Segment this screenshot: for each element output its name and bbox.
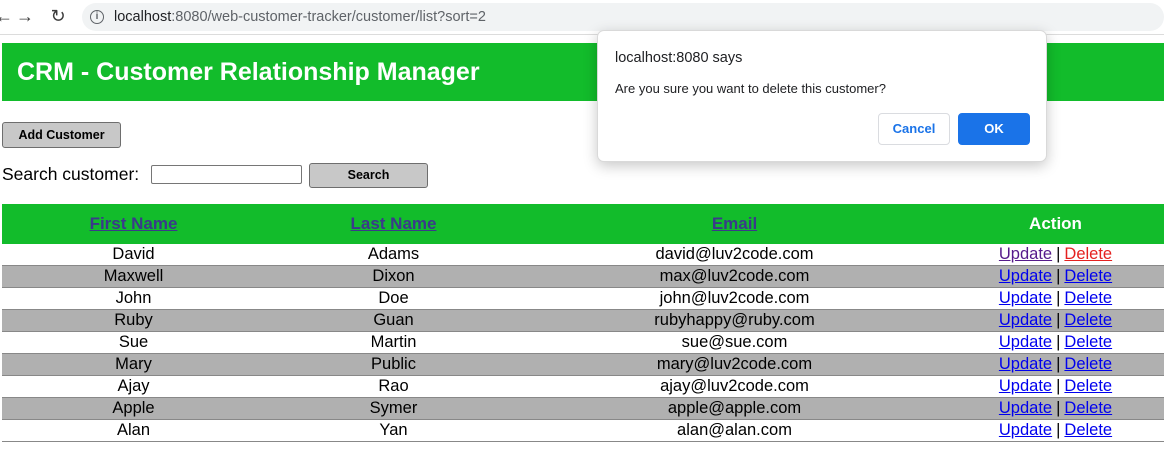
update-link[interactable]: Update: [999, 311, 1052, 329]
delete-link[interactable]: Delete: [1064, 267, 1112, 285]
link-separator: |: [1056, 333, 1061, 351]
link-separator: |: [1056, 421, 1061, 439]
delete-link[interactable]: Delete: [1064, 311, 1112, 329]
delete-link[interactable]: Delete: [1064, 421, 1112, 439]
update-link[interactable]: Update: [999, 289, 1052, 307]
delete-link[interactable]: Delete: [1064, 333, 1112, 351]
header-first-name[interactable]: First Name: [2, 204, 265, 244]
last-name-cell: Guan: [265, 309, 522, 332]
table-header-row: First Name Last Name Email Action: [2, 204, 1164, 244]
update-link[interactable]: Update: [999, 399, 1052, 417]
action-cell: Update | Delete: [947, 419, 1164, 442]
header-last-name[interactable]: Last Name: [265, 204, 522, 244]
table-row: John Doe john@luv2code.com Update | Delete: [2, 287, 1164, 310]
first-name-cell: David: [2, 244, 265, 266]
table-row: Sue Martin sue@sue.com Update | Delete: [2, 331, 1164, 354]
table-row: Alan Yan alan@alan.com Update | Delete: [2, 419, 1164, 442]
first-name-cell: John: [2, 287, 265, 310]
last-name-cell: Dixon: [265, 265, 522, 288]
email-cell: max@luv2code.com: [522, 265, 947, 288]
cancel-button[interactable]: Cancel: [878, 113, 950, 145]
last-name-cell: Doe: [265, 287, 522, 310]
action-cell: Update | Delete: [947, 244, 1164, 266]
action-cell: Update | Delete: [947, 309, 1164, 332]
link-separator: |: [1056, 377, 1061, 395]
confirm-dialog: localhost:8080 says Are you sure you wan…: [597, 30, 1047, 162]
email-cell: john@luv2code.com: [522, 287, 947, 310]
update-link[interactable]: Update: [999, 267, 1052, 285]
info-icon[interactable]: i: [90, 10, 104, 24]
table-row: David Adams david@luv2code.com Update | Delet…: [2, 244, 1164, 266]
email-cell: apple@apple.com: [522, 397, 947, 420]
header-action: Action: [947, 204, 1164, 244]
first-name-cell: Maxwell: [2, 265, 265, 288]
last-name-cell: Martin: [265, 331, 522, 354]
delete-link[interactable]: Delete: [1064, 355, 1112, 373]
link-separator: |: [1056, 245, 1061, 263]
link-separator: |: [1056, 267, 1061, 285]
last-name-cell: Rao: [265, 375, 522, 398]
search-button[interactable]: Search: [309, 163, 428, 188]
last-name-cell: Public: [265, 353, 522, 376]
url-text: localhost:8080/web-customer-tracker/cust…: [114, 9, 486, 25]
table-row: Mary Public mary@luv2code.com Update | Delete: [2, 353, 1164, 376]
email-cell: mary@luv2code.com: [522, 353, 947, 376]
page-title: CRM - Customer Relationship Manager: [17, 58, 480, 86]
email-cell: ajay@luv2code.com: [522, 375, 947, 398]
sort-first-name-link[interactable]: First Name: [90, 214, 178, 233]
search-label: Search customer:: [2, 164, 140, 184]
email-cell: rubyhappy@ruby.com: [522, 309, 947, 332]
update-link[interactable]: Update: [999, 355, 1052, 373]
delete-link[interactable]: Delete: [1064, 399, 1112, 417]
table-row: Maxwell Dixon max@luv2code.com Update | Delet…: [2, 265, 1164, 288]
update-link[interactable]: Update: [999, 421, 1052, 439]
first-name-cell: Ruby: [2, 309, 265, 332]
last-name-cell: Symer: [265, 397, 522, 420]
update-link[interactable]: Update: [999, 377, 1052, 395]
customer-table: First Name Last Name Email Action David A…: [2, 204, 1164, 442]
header-email[interactable]: Email: [522, 204, 947, 244]
add-customer-button[interactable]: Add Customer: [2, 122, 121, 148]
delete-link[interactable]: Delete: [1064, 377, 1112, 395]
delete-link[interactable]: Delete: [1064, 289, 1112, 307]
email-cell: alan@alan.com: [522, 419, 947, 442]
link-separator: |: [1056, 311, 1061, 329]
update-link[interactable]: Update: [999, 333, 1052, 351]
sort-last-name-link[interactable]: Last Name: [351, 214, 437, 233]
action-cell: Update | Delete: [947, 287, 1164, 310]
back-arrow-icon[interactable]: ←: [0, 6, 14, 26]
link-separator: |: [1056, 289, 1061, 307]
delete-link[interactable]: Delete: [1064, 245, 1112, 263]
first-name-cell: Alan: [2, 419, 265, 442]
action-cell: Update | Delete: [947, 265, 1164, 288]
forward-arrow-icon[interactable]: →: [15, 6, 35, 26]
reload-icon[interactable]: ↻: [48, 6, 68, 26]
action-cell: Update | Delete: [947, 353, 1164, 376]
address-bar[interactable]: i localhost:8080/web-customer-tracker/cu…: [82, 3, 1164, 31]
link-separator: |: [1056, 399, 1061, 417]
table-row: Ruby Guan rubyhappy@ruby.com Update | Delete: [2, 309, 1164, 332]
action-cell: Update | Delete: [947, 397, 1164, 420]
first-name-cell: Mary: [2, 353, 265, 376]
last-name-cell: Adams: [265, 244, 522, 266]
update-link[interactable]: Update: [999, 245, 1052, 263]
first-name-cell: Apple: [2, 397, 265, 420]
link-separator: |: [1056, 355, 1061, 373]
email-cell: sue@sue.com: [522, 331, 947, 354]
action-cell: Update | Delete: [947, 375, 1164, 398]
action-cell: Update | Delete: [947, 331, 1164, 354]
first-name-cell: Sue: [2, 331, 265, 354]
dialog-message: Are you sure you want to delete this cus…: [615, 81, 886, 96]
email-cell: david@luv2code.com: [522, 244, 947, 266]
search-input[interactable]: [151, 165, 302, 184]
first-name-cell: Ajay: [2, 375, 265, 398]
dialog-title: localhost:8080 says: [615, 50, 743, 66]
sort-email-link[interactable]: Email: [712, 214, 757, 233]
last-name-cell: Yan: [265, 419, 522, 442]
ok-button[interactable]: OK: [958, 113, 1030, 145]
table-row: Apple Symer apple@apple.com Update | Delete: [2, 397, 1164, 420]
table-row: Ajay Rao ajay@luv2code.com Update | Delete: [2, 375, 1164, 398]
